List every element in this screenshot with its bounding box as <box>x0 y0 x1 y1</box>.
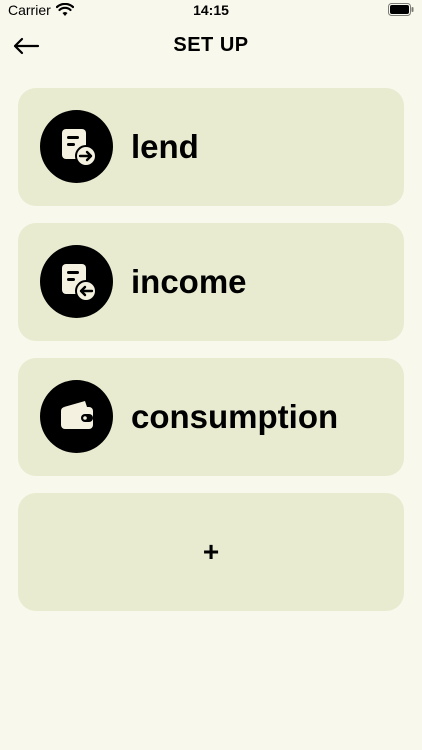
clock-time: 14:15 <box>193 2 229 18</box>
category-card-lend[interactable]: lend <box>18 88 404 206</box>
category-label: consumption <box>131 398 339 435</box>
category-label: income <box>131 263 247 300</box>
plus-icon: + <box>202 536 220 567</box>
add-category-button[interactable]: + <box>18 493 404 611</box>
category-label: lend <box>131 128 199 165</box>
document-arrow-left-icon <box>40 245 113 318</box>
battery-icon <box>388 3 414 21</box>
category-card-consumption[interactable]: consumption <box>18 358 404 476</box>
page-title: SET UP <box>173 34 249 56</box>
status-bar: Carrier 14:15 <box>0 0 422 22</box>
document-arrow-right-icon <box>40 110 113 183</box>
navigation-bar: SET UP <box>0 28 422 64</box>
wallet-icon <box>40 380 113 453</box>
category-card-income[interactable]: income <box>18 223 404 341</box>
